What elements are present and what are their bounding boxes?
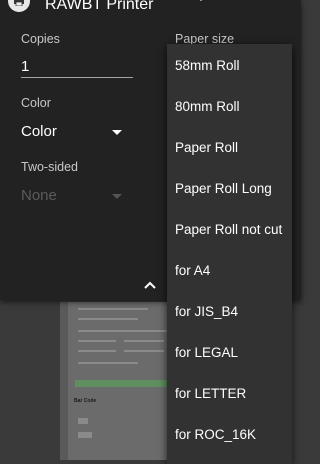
menu-item-legal[interactable]: for LEGAL [175, 345, 238, 360]
caret-down-icon [112, 194, 122, 199]
color-label: Color [21, 96, 51, 110]
printer-name: RAWBT Printer [45, 0, 154, 13]
menu-item-jis-b4[interactable]: for JIS_B4 [175, 304, 238, 319]
chevron-up-icon[interactable] [144, 281, 156, 289]
copies-label: Copies [21, 32, 60, 46]
preview-line [124, 340, 164, 342]
preview-line [78, 318, 138, 320]
menu-item-paper-roll[interactable]: Paper Roll [175, 140, 238, 155]
preview-box [78, 418, 88, 424]
printer-icon [8, 0, 30, 12]
color-select[interactable]: Color [21, 123, 57, 140]
menu-item-paper-roll-not-cut[interactable]: Paper Roll not cut [175, 222, 282, 237]
printer-selector[interactable]: RAWBT Printer [0, 0, 301, 16]
preview-section-title: Bar Code [74, 398, 97, 404]
menu-item-a4[interactable]: for A4 [175, 263, 210, 278]
preview-line [78, 350, 116, 352]
preview-line [78, 340, 116, 342]
two-sided-label: Two-sided [21, 160, 78, 174]
two-sided-select: None [21, 187, 57, 204]
caret-down-icon[interactable] [196, 0, 206, 1]
menu-item-80mm-roll[interactable]: 80mm Roll [175, 99, 240, 114]
paper-size-dropdown-menu: 58mm Roll 80mm Roll Paper Roll Paper Rol… [167, 44, 292, 464]
preview-line [78, 308, 148, 310]
copies-input-underline [21, 77, 133, 78]
menu-item-paper-roll-long[interactable]: Paper Roll Long [175, 181, 272, 196]
copies-input[interactable]: 1 [21, 58, 29, 75]
preview-line [78, 330, 168, 332]
preview-line [78, 362, 138, 364]
preview-bar [75, 380, 173, 387]
menu-item-roc-16k[interactable]: for ROC_16K [175, 427, 256, 442]
menu-item-58mm-roll[interactable]: 58mm Roll [175, 58, 240, 73]
preview-line [124, 350, 164, 352]
caret-down-icon[interactable] [112, 130, 122, 135]
preview-box [78, 432, 92, 438]
menu-item-letter[interactable]: for LETTER [175, 386, 246, 401]
